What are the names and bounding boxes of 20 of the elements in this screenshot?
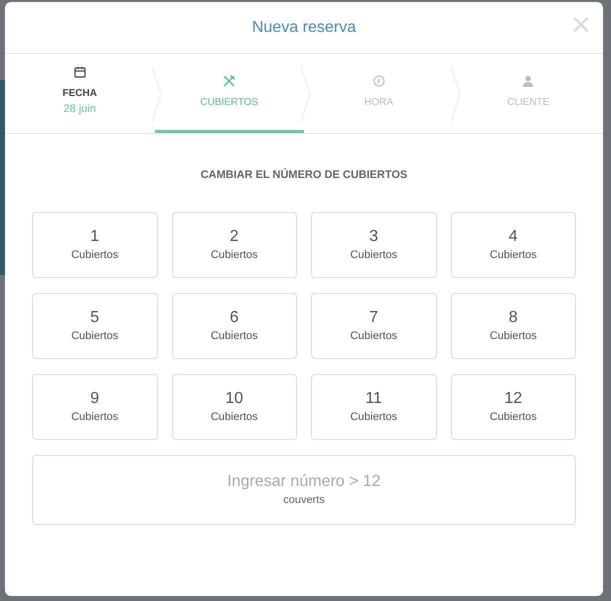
custom-count-option[interactable]: Ingresar número > 12 couverts	[32, 455, 576, 525]
guest-count-option[interactable]: 4 Cubiertos	[450, 212, 576, 278]
guest-count-option[interactable]: 10 Cubiertos	[172, 374, 297, 440]
fork-knife-icon	[223, 74, 236, 86]
guest-count-option[interactable]: 8 Cubiertos	[450, 293, 576, 359]
guest-count-option[interactable]: 3 Cubiertos	[311, 212, 436, 278]
guest-count-option[interactable]: 9 Cubiertos	[32, 374, 158, 440]
guest-count-option[interactable]: 7 Cubiertos	[311, 293, 436, 359]
section-heading: CAMBIAR EL NÚMERO DE CUBIERTOS	[200, 169, 408, 181]
guest-count-option[interactable]: 5 Cubiertos	[32, 293, 158, 359]
modal-title: Nueva reserva	[252, 18, 356, 38]
guest-count-option[interactable]: 11 Cubiertos	[311, 374, 436, 440]
guest-count-option[interactable]: 1 Cubiertos	[32, 212, 158, 278]
guest-count-option[interactable]: 12 Cubiertos	[450, 374, 576, 440]
clock-icon	[372, 74, 385, 86]
calendar-icon	[74, 66, 86, 78]
step-tab[interactable]: FECHA 28 juin	[5, 54, 154, 133]
guest-count-option[interactable]: 2 Cubiertos	[172, 212, 297, 278]
user-icon	[522, 74, 534, 86]
guest-count-option[interactable]: 6 Cubiertos	[172, 293, 297, 359]
